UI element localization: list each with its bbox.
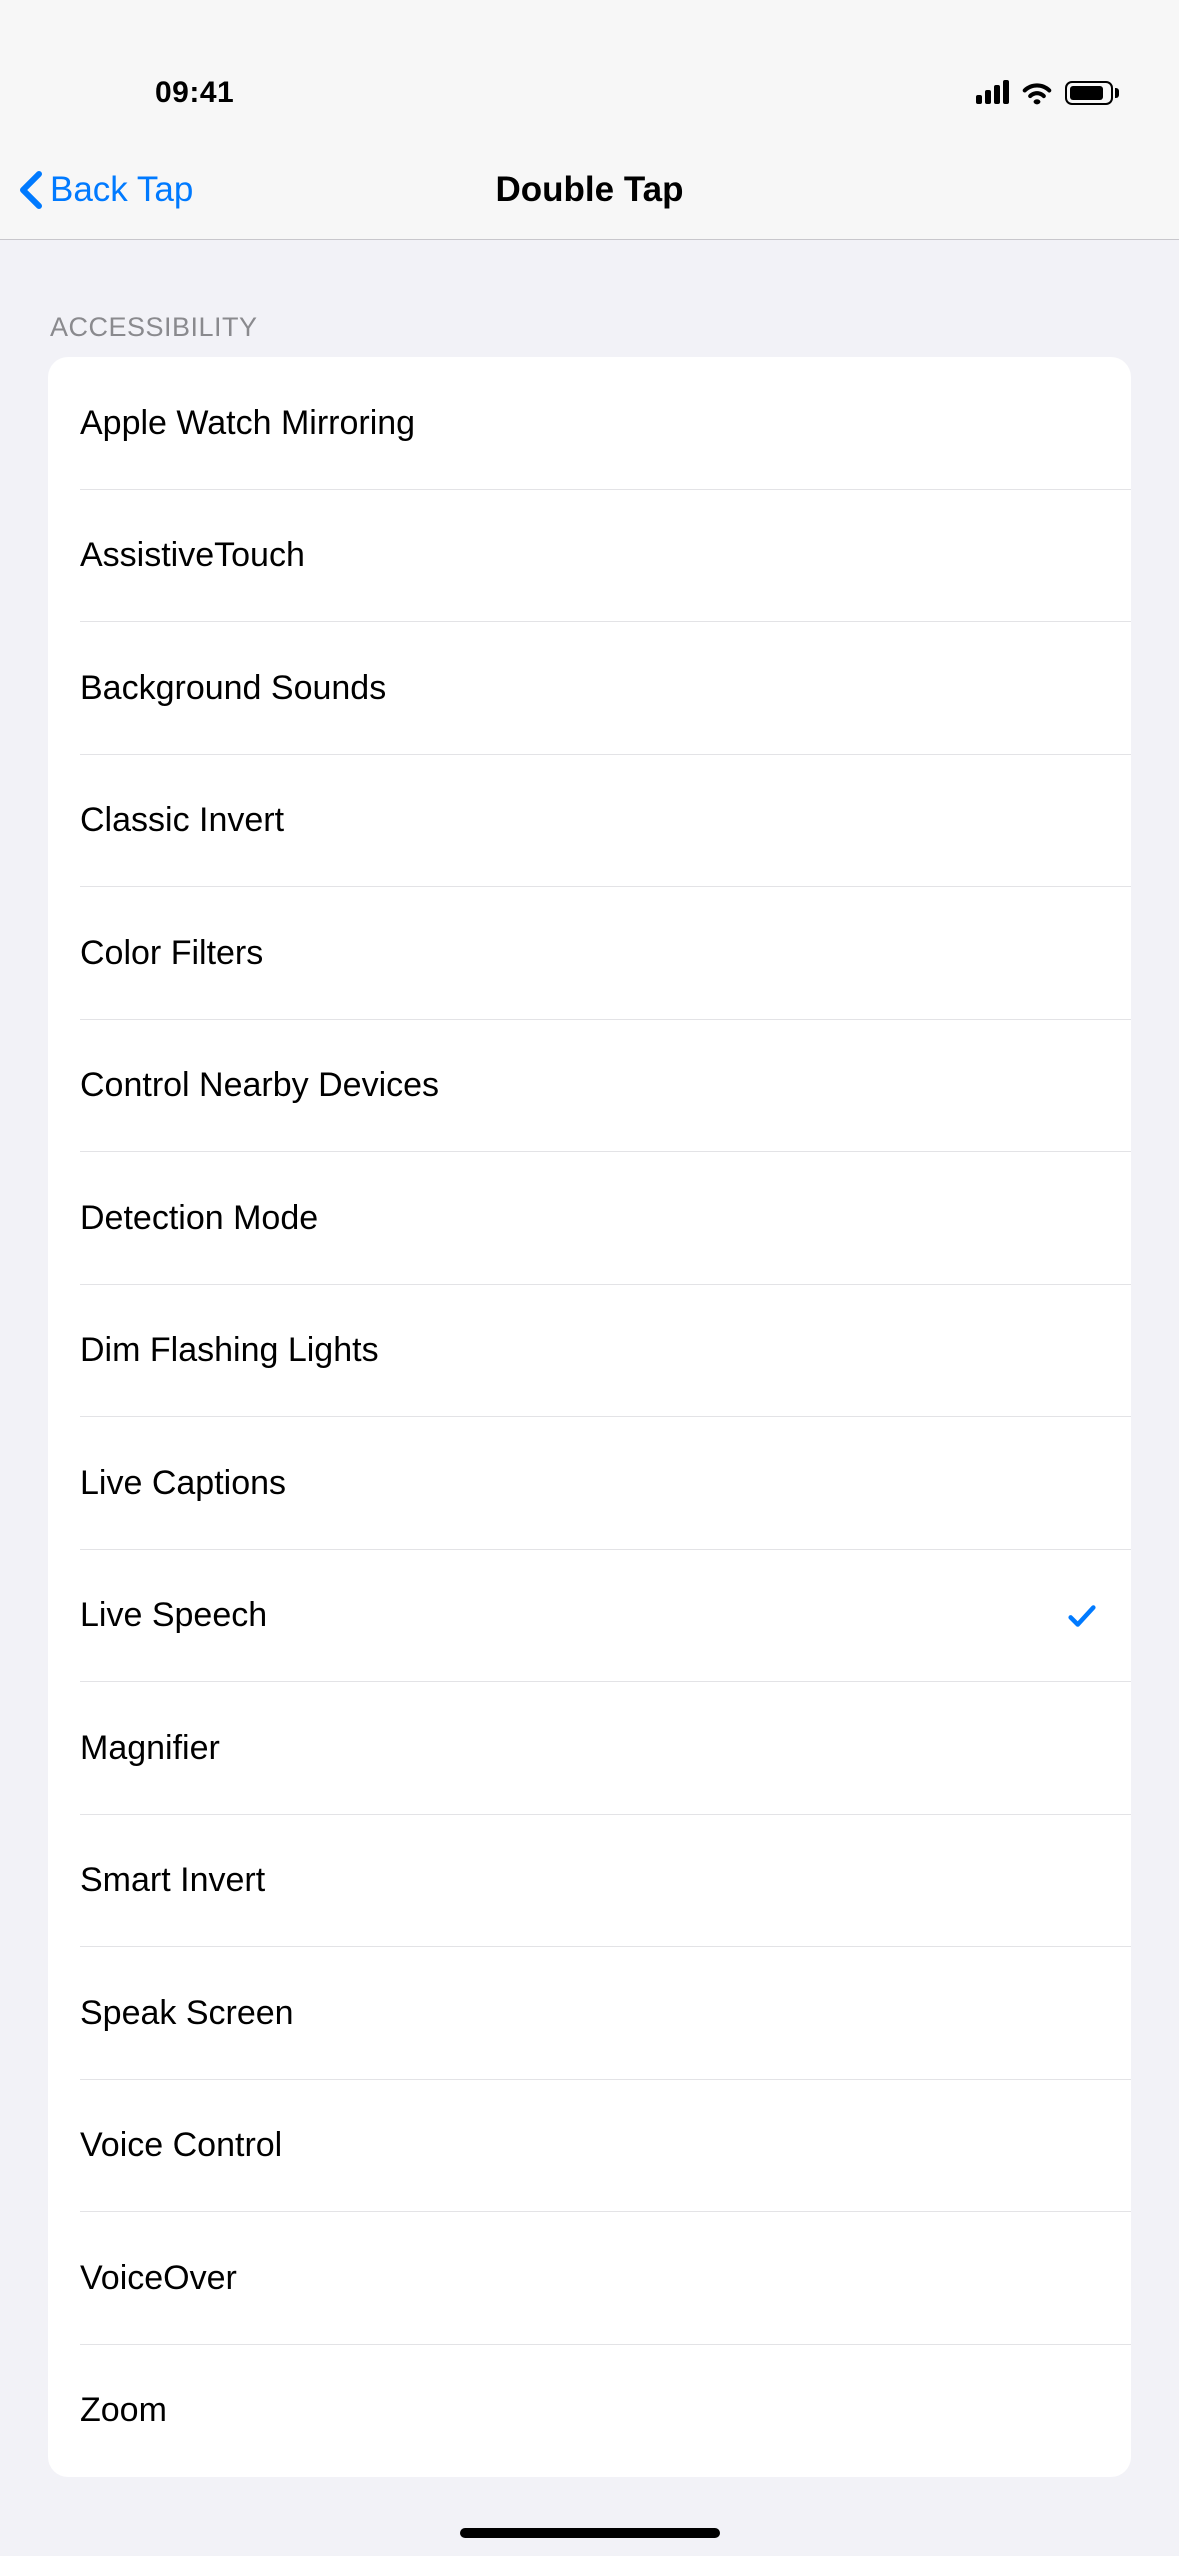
list-item[interactable]: Apple Watch Mirroring [48, 357, 1131, 490]
list-item[interactable]: Speak Screen [48, 1947, 1131, 2080]
list-item[interactable]: Voice Control [48, 2080, 1131, 2213]
cellular-signal-icon [976, 82, 1009, 104]
list-item[interactable]: VoiceOver [48, 2212, 1131, 2345]
list-item[interactable]: Dim Flashing Lights [48, 1285, 1131, 1418]
nav-bar: Back Tap Double Tap [0, 140, 1179, 240]
battery-icon [1065, 81, 1119, 105]
list-item[interactable]: Classic Invert [48, 755, 1131, 888]
page-title: Double Tap [496, 170, 684, 210]
item-label: Live Captions [80, 1464, 286, 1503]
item-label: Background Sounds [80, 669, 386, 708]
item-label: Zoom [80, 2391, 167, 2430]
item-label: Live Speech [80, 1596, 267, 1635]
chevron-left-icon [18, 170, 44, 210]
list-item[interactable]: Detection Mode [48, 1152, 1131, 1285]
list-item[interactable]: Smart Invert [48, 1815, 1131, 1948]
list-item[interactable]: Color Filters [48, 887, 1131, 1020]
item-label: Smart Invert [80, 1861, 265, 1900]
home-indicator [460, 2528, 720, 2538]
item-label: Voice Control [80, 2126, 282, 2165]
status-icons [976, 81, 1119, 105]
item-label: Detection Mode [80, 1199, 318, 1238]
item-label: VoiceOver [80, 2259, 237, 2298]
list-item[interactable]: Zoom [48, 2345, 1131, 2478]
checkmark-icon [1065, 1599, 1099, 1633]
item-label: Control Nearby Devices [80, 1066, 439, 1105]
item-label: AssistiveTouch [80, 536, 305, 575]
status-bar: 09:41 [0, 0, 1179, 140]
item-label: Color Filters [80, 934, 263, 973]
item-label: Apple Watch Mirroring [80, 404, 415, 443]
list-item[interactable]: Background Sounds [48, 622, 1131, 755]
list-item[interactable]: Control Nearby Devices [48, 1020, 1131, 1153]
item-label: Speak Screen [80, 1994, 294, 2033]
section-header: ACCESSIBILITY [0, 240, 1179, 357]
back-label: Back Tap [50, 170, 193, 210]
list-item[interactable]: Live Speech [48, 1550, 1131, 1683]
item-label: Classic Invert [80, 801, 284, 840]
list-item[interactable]: Live Captions [48, 1417, 1131, 1550]
options-list: Apple Watch Mirroring AssistiveTouch Backg… [48, 357, 1131, 2477]
back-button[interactable]: Back Tap [18, 170, 193, 210]
list-item[interactable]: Magnifier [48, 1682, 1131, 1815]
wifi-icon [1021, 81, 1053, 105]
list-item[interactable]: AssistiveTouch [48, 490, 1131, 623]
status-time: 09:41 [60, 76, 234, 110]
item-label: Magnifier [80, 1729, 220, 1768]
item-label: Dim Flashing Lights [80, 1331, 379, 1370]
